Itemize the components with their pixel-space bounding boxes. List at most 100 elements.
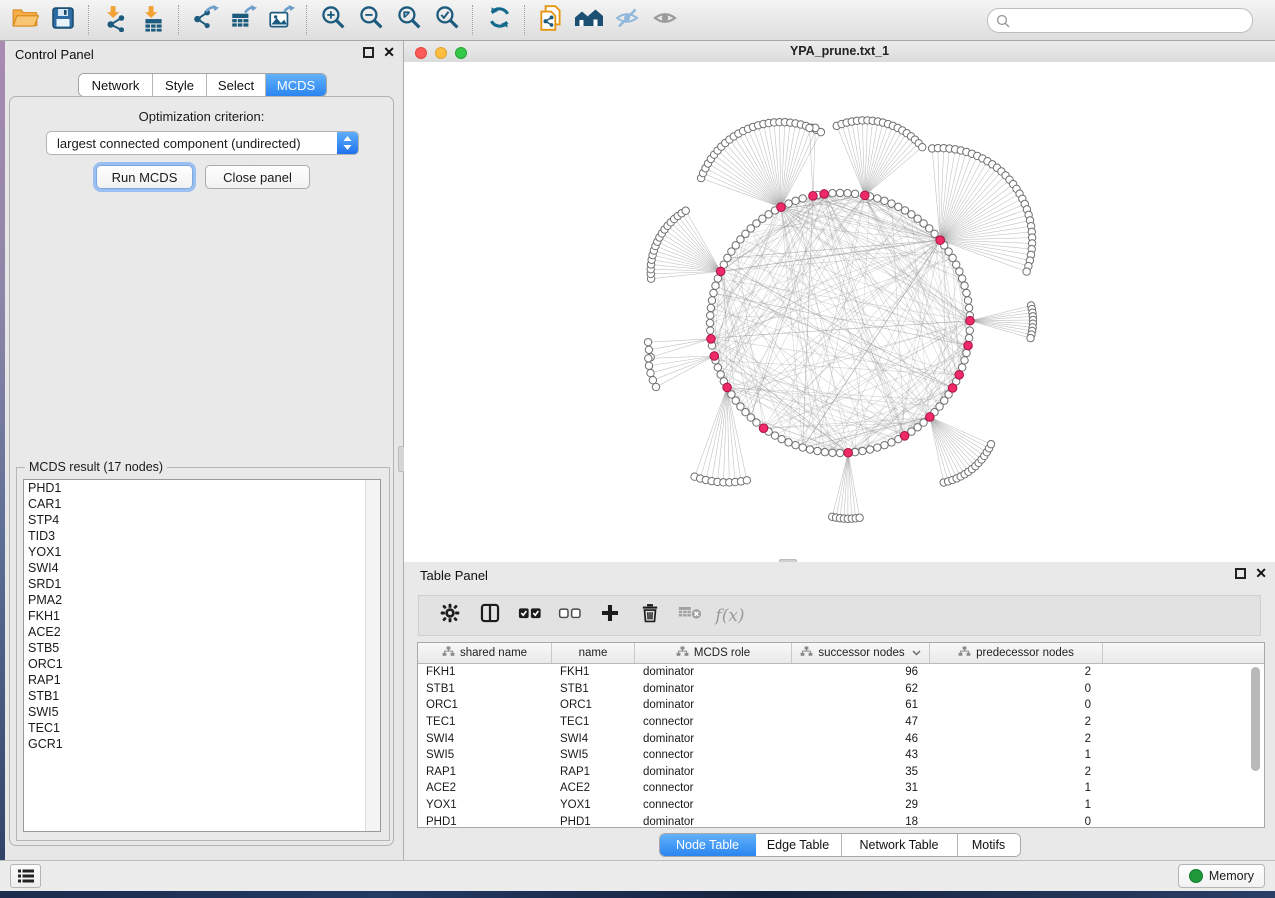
graph-node[interactable] bbox=[836, 449, 843, 456]
tab-network[interactable]: Network bbox=[79, 74, 153, 96]
graph-node[interactable] bbox=[952, 261, 959, 268]
zoom-selected-button[interactable] bbox=[428, 3, 466, 37]
graph-node[interactable] bbox=[712, 282, 719, 289]
graph-node[interactable] bbox=[961, 357, 968, 364]
graph-node[interactable] bbox=[652, 383, 659, 390]
node-table[interactable]: shared namenameMCDS rolesuccessor nodesp… bbox=[417, 642, 1265, 828]
graph-node[interactable] bbox=[792, 441, 799, 448]
graph-node[interactable] bbox=[859, 447, 866, 454]
column-layout-button[interactable] bbox=[477, 603, 503, 629]
tab-edge-table[interactable]: Edge Table bbox=[756, 834, 842, 856]
first-neighbors-button[interactable] bbox=[570, 3, 608, 37]
graph-node[interactable] bbox=[851, 190, 858, 197]
hide-selected-button[interactable] bbox=[608, 3, 646, 37]
memory-button[interactable]: Memory bbox=[1178, 864, 1265, 888]
table-row[interactable]: RAP1RAP1dominator352 bbox=[418, 764, 1264, 781]
tab-motifs[interactable]: Motifs bbox=[958, 834, 1020, 856]
graph-dominator-node[interactable] bbox=[955, 371, 964, 380]
column-header-predecessor-nodes[interactable]: predecessor nodes bbox=[930, 643, 1103, 663]
graph-node[interactable] bbox=[836, 189, 843, 196]
table-row[interactable]: SWI5SWI5connector431 bbox=[418, 747, 1264, 764]
delete-column-button[interactable] bbox=[637, 603, 663, 629]
graph-node[interactable] bbox=[647, 369, 654, 376]
show-all-button[interactable] bbox=[646, 3, 684, 37]
close-table-panel-icon[interactable]: ✕ bbox=[1255, 568, 1267, 579]
mcds-result-list[interactable]: PHD1CAR1STP4TID3YOX1SWI4SRD1PMA2FKH1ACE2… bbox=[23, 479, 381, 832]
duplicate-network-button[interactable] bbox=[532, 3, 570, 37]
table-scrollbar-thumb[interactable] bbox=[1251, 667, 1260, 771]
graph-dominator-node[interactable] bbox=[844, 448, 853, 457]
graph-node[interactable] bbox=[965, 334, 972, 341]
mcds-result-item[interactable]: SRD1 bbox=[24, 576, 380, 592]
export-image-button[interactable] bbox=[262, 3, 300, 37]
open-file-button[interactable] bbox=[6, 3, 44, 37]
column-header-successor-nodes[interactable]: successor nodes bbox=[792, 643, 930, 663]
float-panel-icon[interactable] bbox=[363, 47, 374, 58]
delete-table-button[interactable] bbox=[677, 603, 703, 629]
mcds-result-item[interactable]: STP4 bbox=[24, 512, 380, 528]
graph-dominator-node[interactable] bbox=[900, 432, 909, 441]
save-session-button[interactable] bbox=[44, 3, 82, 37]
graph-node[interactable] bbox=[649, 376, 656, 383]
graph-node[interactable] bbox=[931, 230, 938, 237]
graph-dominator-node[interactable] bbox=[809, 192, 818, 201]
zoom-out-button[interactable] bbox=[352, 3, 390, 37]
graph-node[interactable] bbox=[645, 346, 652, 353]
graph-node[interactable] bbox=[707, 327, 714, 334]
select-all-button[interactable] bbox=[517, 603, 543, 629]
graph-dominator-node[interactable] bbox=[716, 267, 725, 276]
graph-node[interactable] bbox=[799, 195, 806, 202]
zoom-in-button[interactable] bbox=[314, 3, 352, 37]
graph-dominator-node[interactable] bbox=[777, 203, 786, 212]
function-builder-button[interactable]: f(x) bbox=[717, 603, 743, 629]
graph-node[interactable] bbox=[682, 207, 689, 214]
graph-node[interactable] bbox=[881, 197, 888, 204]
table-row[interactable]: TEC1TEC1connector472 bbox=[418, 714, 1264, 731]
graph-dominator-node[interactable] bbox=[861, 191, 870, 200]
graph-dominator-node[interactable] bbox=[964, 341, 973, 350]
tab-style[interactable]: Style bbox=[153, 74, 207, 96]
add-column-button[interactable] bbox=[597, 603, 623, 629]
graph-node[interactable] bbox=[919, 143, 926, 150]
graph-dominator-node[interactable] bbox=[710, 352, 719, 361]
mcds-result-item[interactable]: PHD1 bbox=[24, 480, 380, 496]
graph-node[interactable] bbox=[707, 304, 714, 311]
graph-node[interactable] bbox=[645, 362, 652, 369]
mcds-result-item[interactable]: RAP1 bbox=[24, 672, 380, 688]
graph-node[interactable] bbox=[964, 297, 971, 304]
graph-node[interactable] bbox=[814, 447, 821, 454]
graph-node[interactable] bbox=[856, 514, 863, 521]
refresh-button[interactable] bbox=[480, 3, 518, 37]
graph-node[interactable] bbox=[844, 190, 851, 197]
graph-node[interactable] bbox=[881, 441, 888, 448]
mcds-result-item[interactable]: YOX1 bbox=[24, 544, 380, 560]
search-field[interactable] bbox=[987, 8, 1253, 33]
graph-node[interactable] bbox=[866, 446, 873, 453]
zoom-fit-button[interactable] bbox=[390, 3, 428, 37]
graph-node[interactable] bbox=[1027, 334, 1034, 341]
graph-node[interactable] bbox=[645, 355, 652, 362]
import-table-button[interactable] bbox=[134, 3, 172, 37]
graph-node[interactable] bbox=[706, 319, 713, 326]
deselect-all-button[interactable] bbox=[557, 603, 583, 629]
graph-node[interactable] bbox=[961, 282, 968, 289]
table-settings-button[interactable] bbox=[437, 603, 463, 629]
table-row[interactable]: SWI4SWI4dominator462 bbox=[418, 730, 1264, 747]
mcds-result-item[interactable]: FKH1 bbox=[24, 608, 380, 624]
mcds-result-item[interactable]: CAR1 bbox=[24, 496, 380, 512]
mcds-result-item[interactable]: SWI5 bbox=[24, 704, 380, 720]
export-network-button[interactable] bbox=[186, 3, 224, 37]
close-panel-button[interactable]: Close panel bbox=[205, 165, 310, 189]
graph-node[interactable] bbox=[785, 439, 792, 446]
table-row[interactable]: PHD1PHD1dominator180 bbox=[418, 813, 1264, 828]
graph-node[interactable] bbox=[714, 364, 721, 371]
graph-node[interactable] bbox=[963, 349, 970, 356]
table-row[interactable]: FKH1FKH1dominator962 bbox=[418, 664, 1264, 681]
mcds-result-item[interactable]: SWI4 bbox=[24, 560, 380, 576]
graph-node[interactable] bbox=[806, 124, 813, 131]
graph-dominator-node[interactable] bbox=[966, 316, 975, 325]
column-header-MCDS-role[interactable]: MCDS role bbox=[635, 643, 792, 663]
graph-dominator-node[interactable] bbox=[723, 383, 732, 392]
run-mcds-button[interactable]: Run MCDS bbox=[96, 165, 193, 189]
graph-node[interactable] bbox=[888, 200, 895, 207]
